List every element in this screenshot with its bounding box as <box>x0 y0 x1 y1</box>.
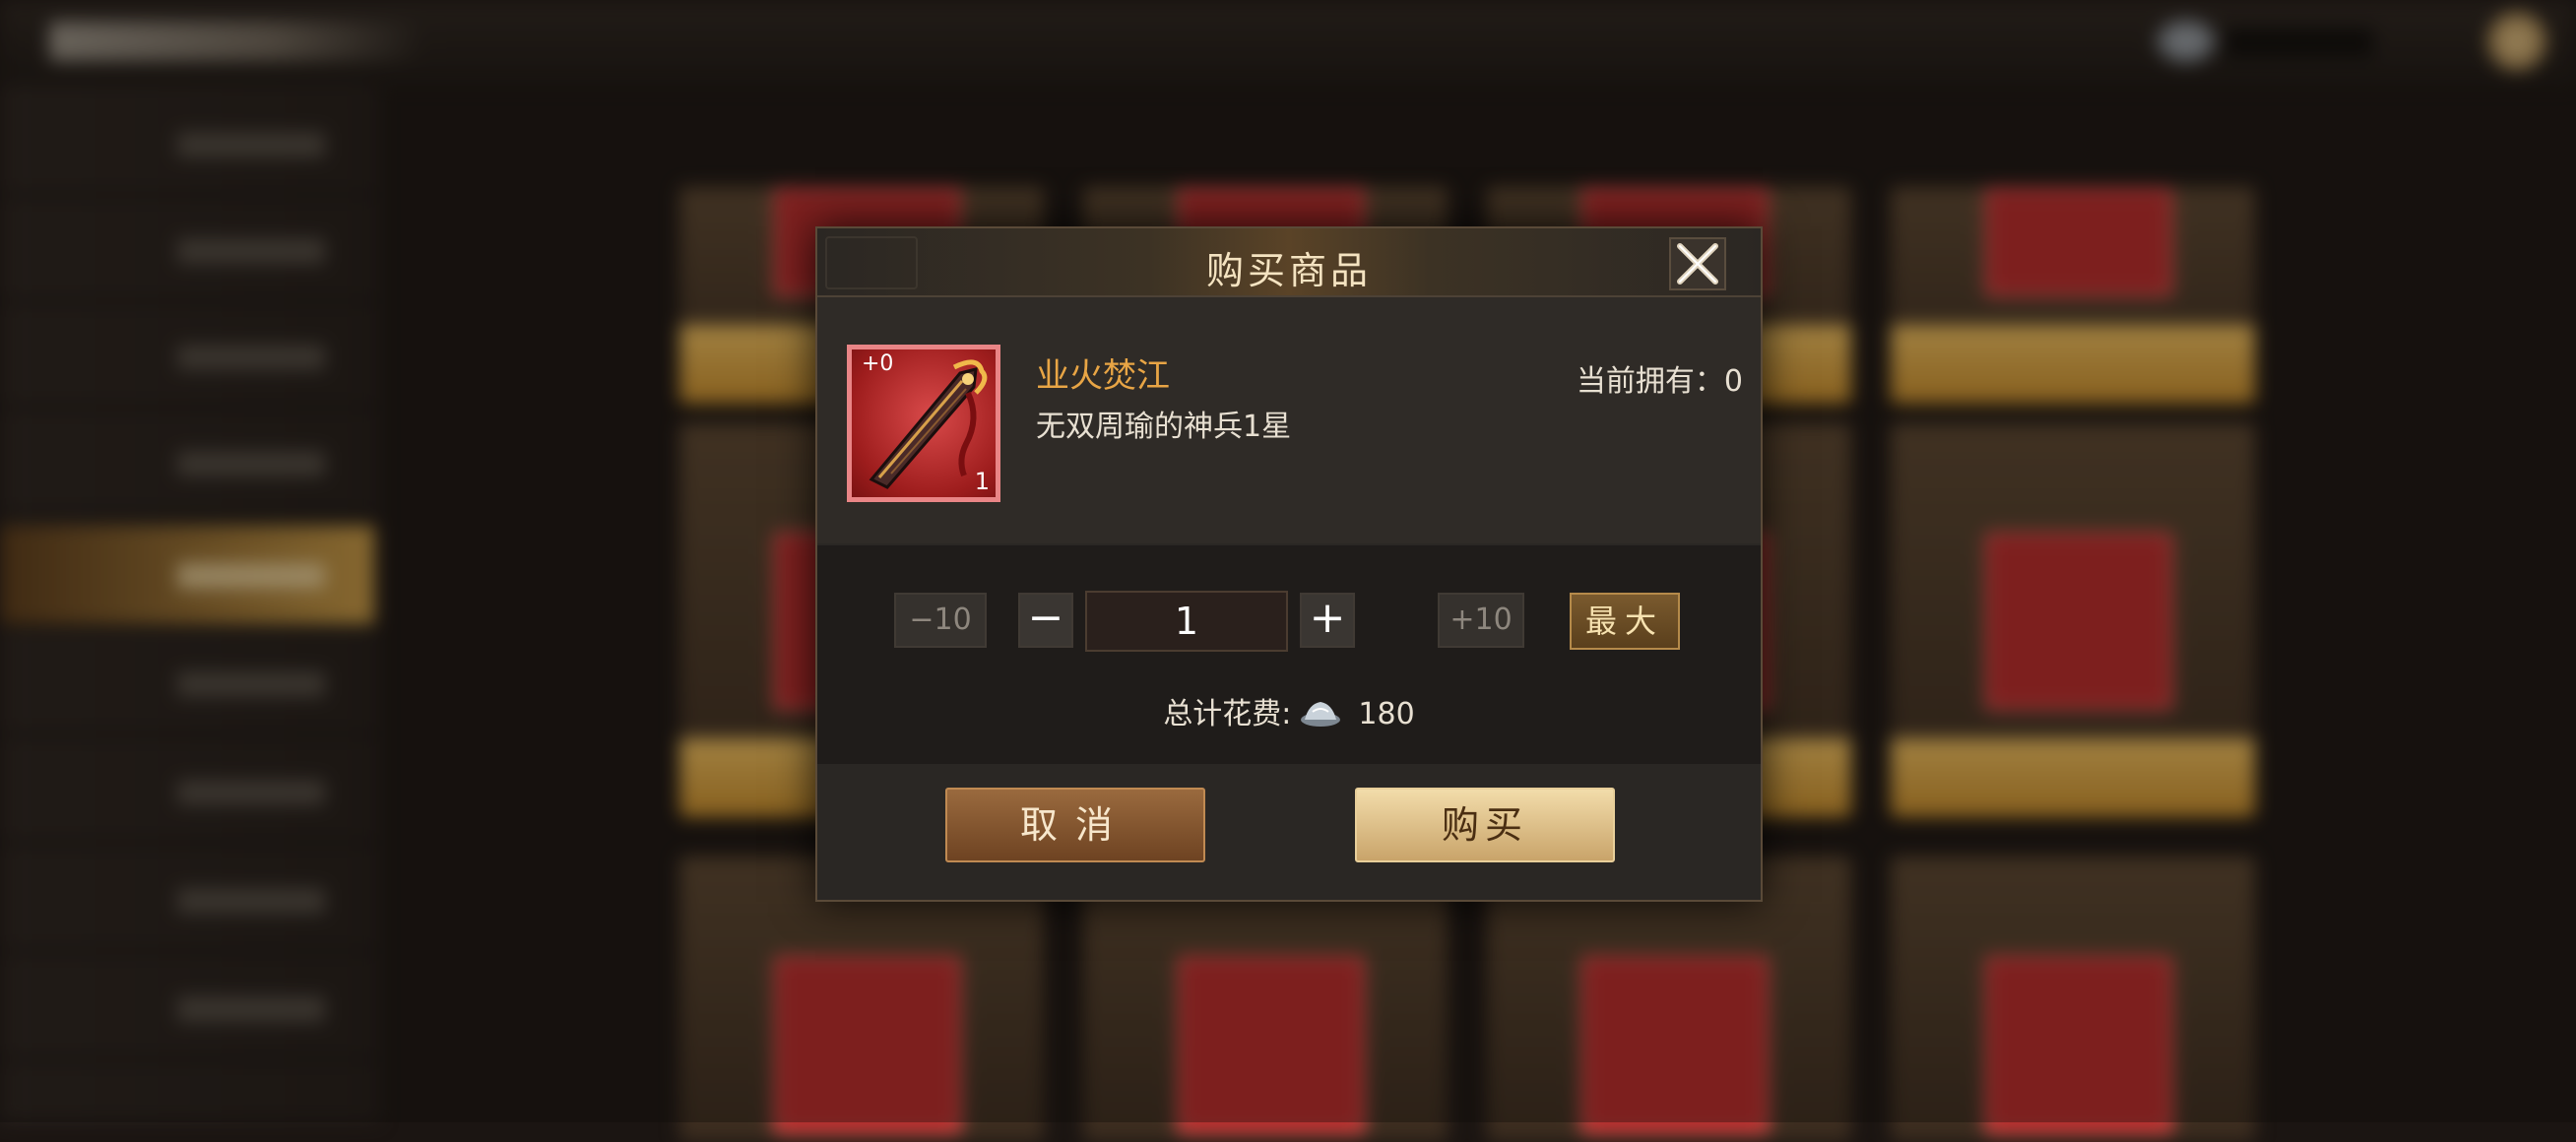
close-icon <box>1669 237 1726 290</box>
item-name: 业火焚江 <box>1036 356 1170 396</box>
buy-button[interactable]: 购买 <box>1355 788 1615 862</box>
owned-count: 当前拥有：0 <box>1576 364 1743 399</box>
item-icon[interactable]: +0 1 <box>847 345 1000 502</box>
total-cost-row: 总计花费: 180 <box>817 689 1761 732</box>
item-level-badge: +0 <box>862 351 894 376</box>
item-stack-count: 1 <box>974 468 990 495</box>
plus-button[interactable]: + <box>1300 593 1355 648</box>
dialog-title: 购买商品 <box>1205 249 1372 292</box>
max-button[interactable]: 最大 <box>1570 593 1680 650</box>
close-button[interactable] <box>1668 236 1727 291</box>
plus-10-button[interactable]: +10 <box>1438 593 1524 648</box>
total-cost-amount: 180 <box>1358 697 1415 731</box>
quantity-input[interactable]: 1 <box>1085 591 1288 652</box>
purchase-dialog: 购买商品 +0 1 业火焚江 无双周瑜的神兵1星 当前拥有：0 −10 − 1 … <box>815 226 1763 902</box>
silver-ingot-icon <box>1299 698 1342 728</box>
cancel-button[interactable]: 取消 <box>945 788 1205 862</box>
dialog-header: 购买商品 <box>817 228 1761 297</box>
minus-10-button[interactable]: −10 <box>894 593 987 648</box>
minus-button[interactable]: − <box>1018 593 1073 648</box>
item-description: 无双周瑜的神兵1星 <box>1036 410 1292 444</box>
total-cost-label: 总计花费: <box>1163 697 1292 731</box>
